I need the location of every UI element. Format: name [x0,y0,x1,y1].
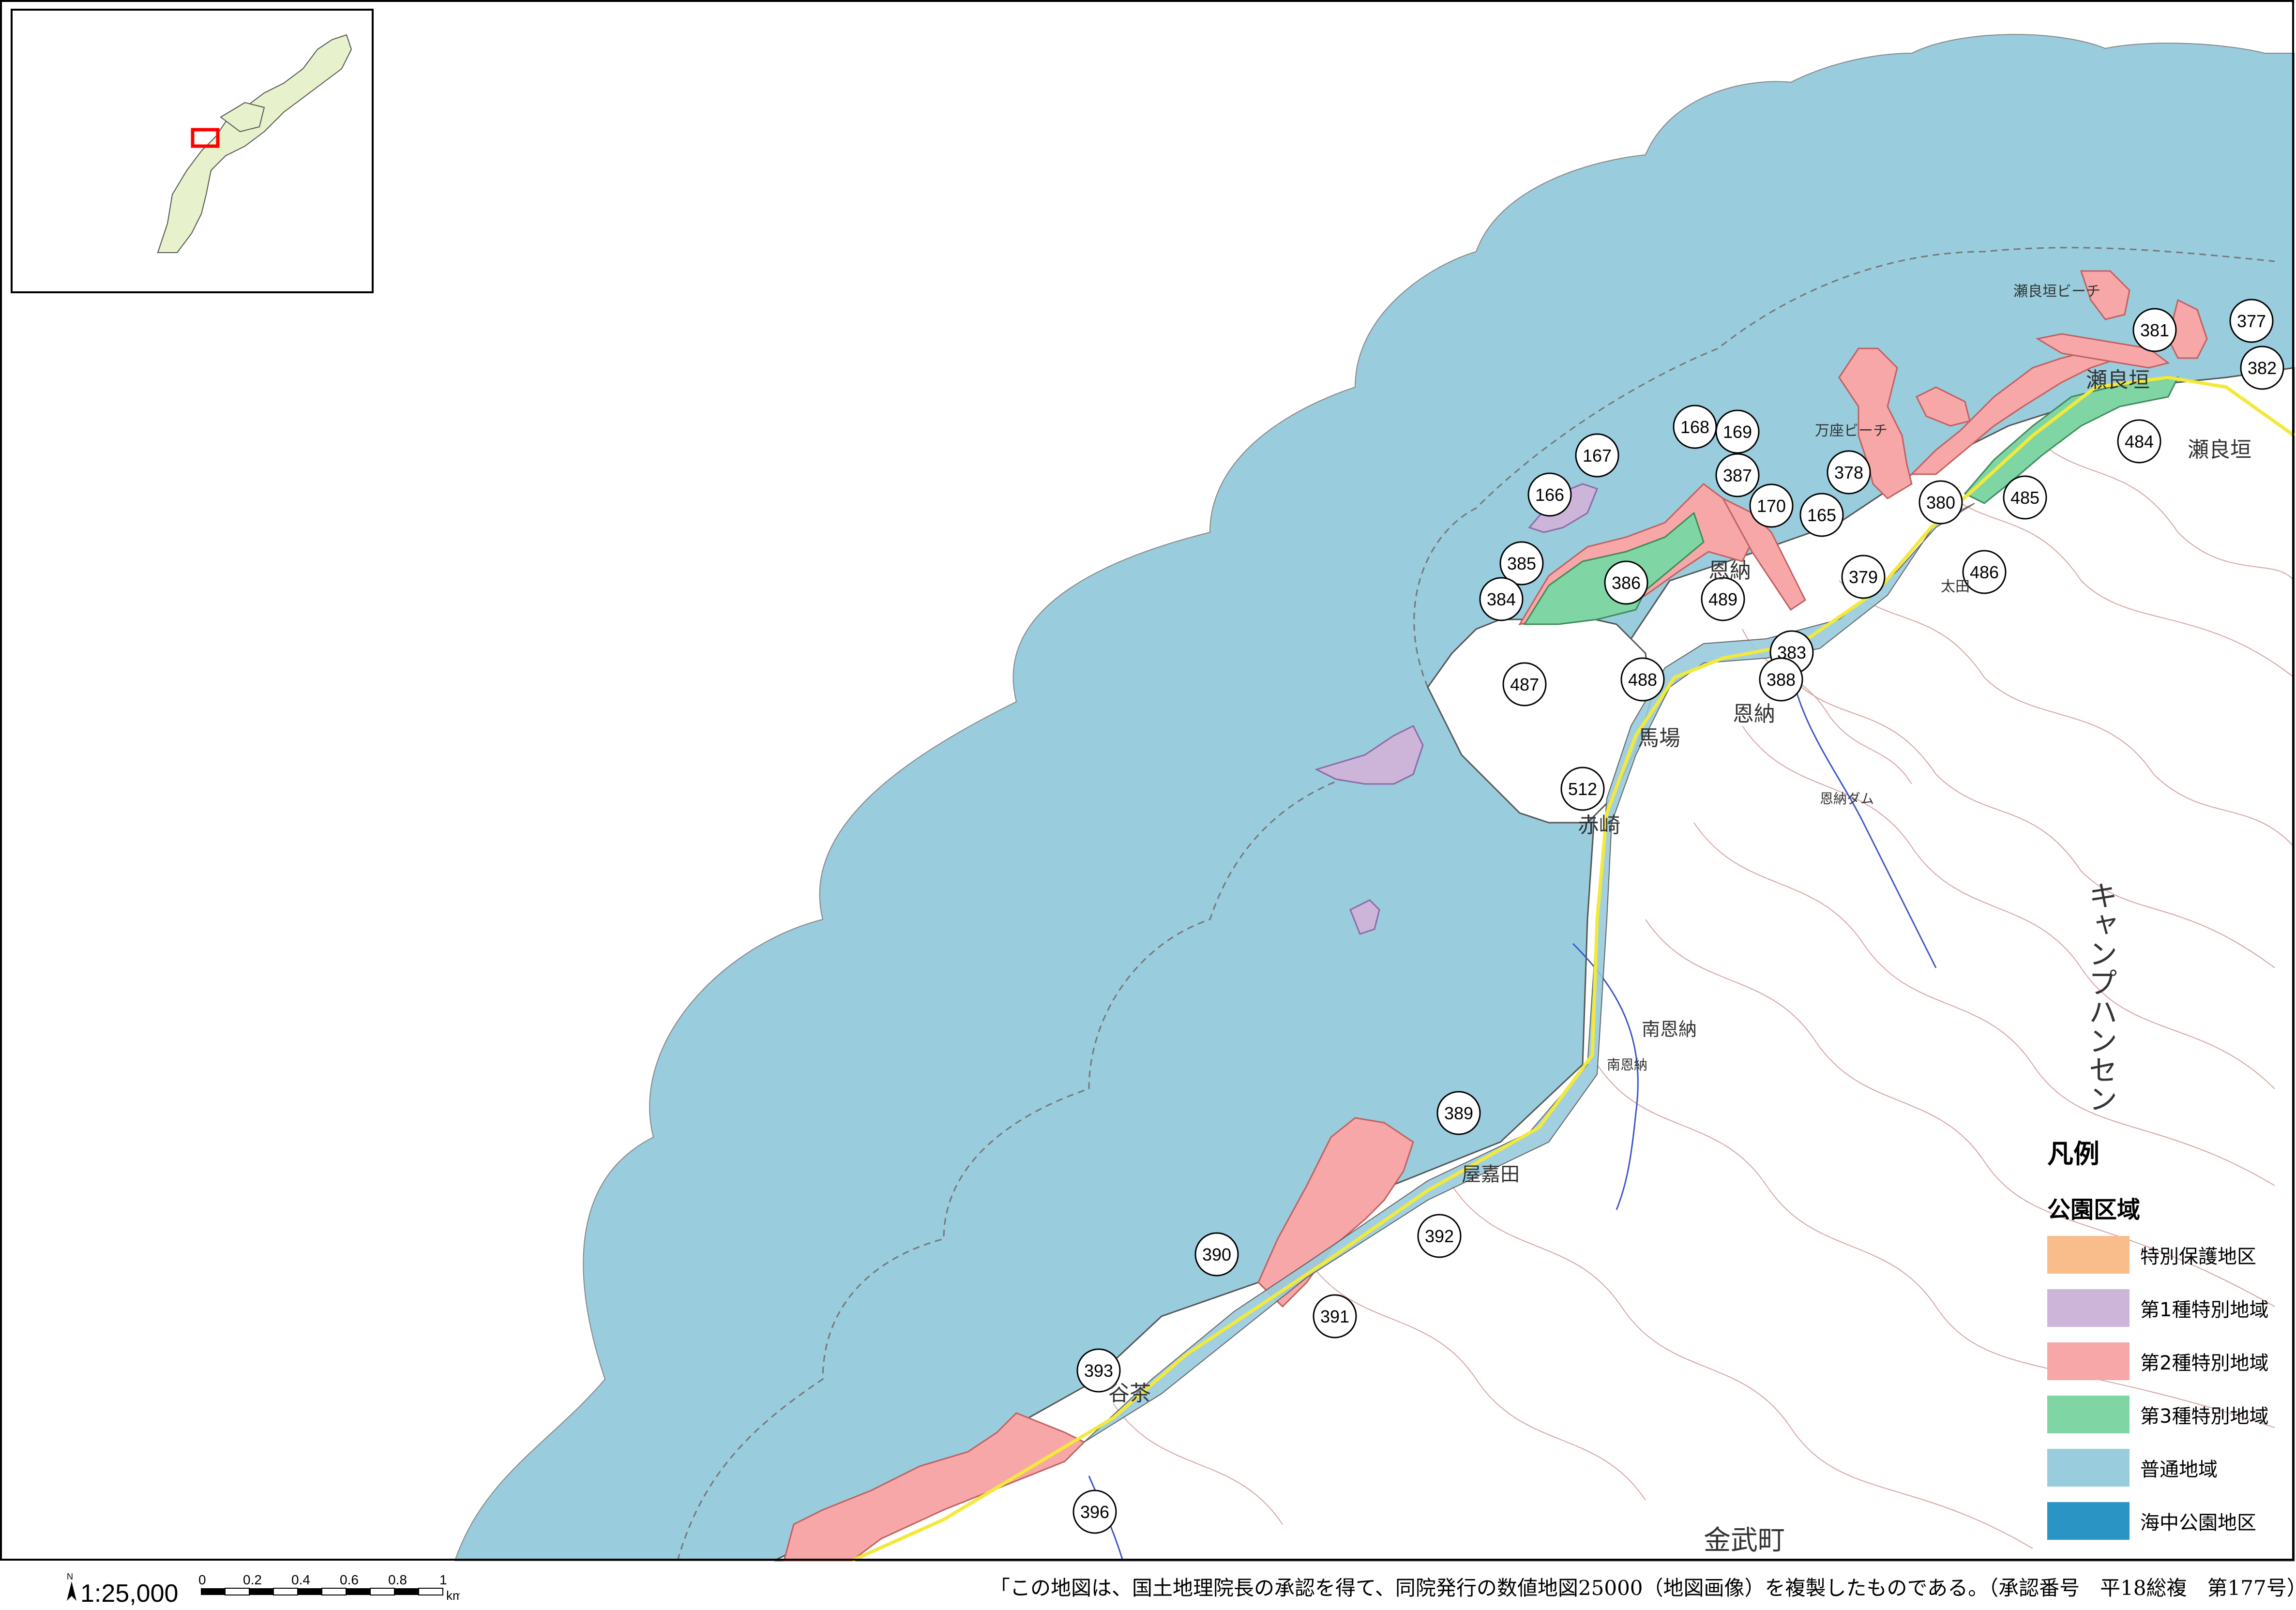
scale-tick-label: 0.2 [243,1572,262,1587]
legend-label: 特別保護地区 [2140,1246,2256,1268]
legend-swatch [2047,1289,2130,1327]
legend-swatch [2047,1342,2130,1380]
okinawa-island [157,34,352,253]
legend-item: 海中公園地区 [2047,1500,2256,1542]
scale-tick-label: 0.6 [340,1572,359,1587]
scale-bar: N 1:25,000 0 0.2 0.4 0.6 0.8 1 km [67,1572,460,1606]
scale-tick-label: 0.4 [291,1572,310,1587]
legend-item: 普通地域 [2047,1447,2218,1489]
legend-item: 特別保護地区 [2047,1234,2256,1276]
legend-swatch [2047,1449,2130,1487]
legend-item: 第1種特別地域 [2047,1287,2268,1329]
scale-tick-label: 0 [198,1572,206,1587]
legend-label: 第1種特別地域 [2140,1299,2269,1321]
scale-text: 1:25,000 [80,1580,178,1606]
legend-label: 第3種特別地域 [2140,1405,2269,1428]
scale-tick-label: 1 [439,1572,447,1587]
legend-label: 普通地域 [2140,1459,2218,1481]
legend-swatch [2047,1396,2130,1433]
legend-swatch [2047,1236,2130,1274]
map-credit: 「この地図は、国土地理院長の承認を得て、同院発行の数値地図25000（地図画像）… [990,1576,2296,1600]
scale-tick-label: 0.8 [388,1572,407,1587]
north-arrow-icon: N [67,1572,73,1581]
scale-ticks: 0 0.2 0.4 0.6 0.8 1 km [198,1572,460,1603]
legend-item: 第2種特別地域 [2047,1340,2268,1382]
legend-label: 海中公園地区 [2140,1512,2256,1534]
legend: 凡例 公園区域 特別保護地区 第1種特別地域 第2種特別地域 第3種特別地域 普… [2042,1132,2294,1558]
legend-swatch [2047,1502,2130,1540]
scale-unit: km [446,1588,460,1603]
legend-label: 第2種特別地域 [2140,1352,2269,1374]
inset-locator-map [11,9,374,293]
legend-subtitle: 公園区域 [2047,1196,2141,1223]
north-arrow-icon [67,1581,76,1601]
legend-title: 凡例 [2047,1139,2100,1169]
legend-item: 第3種特別地域 [2047,1394,2268,1435]
